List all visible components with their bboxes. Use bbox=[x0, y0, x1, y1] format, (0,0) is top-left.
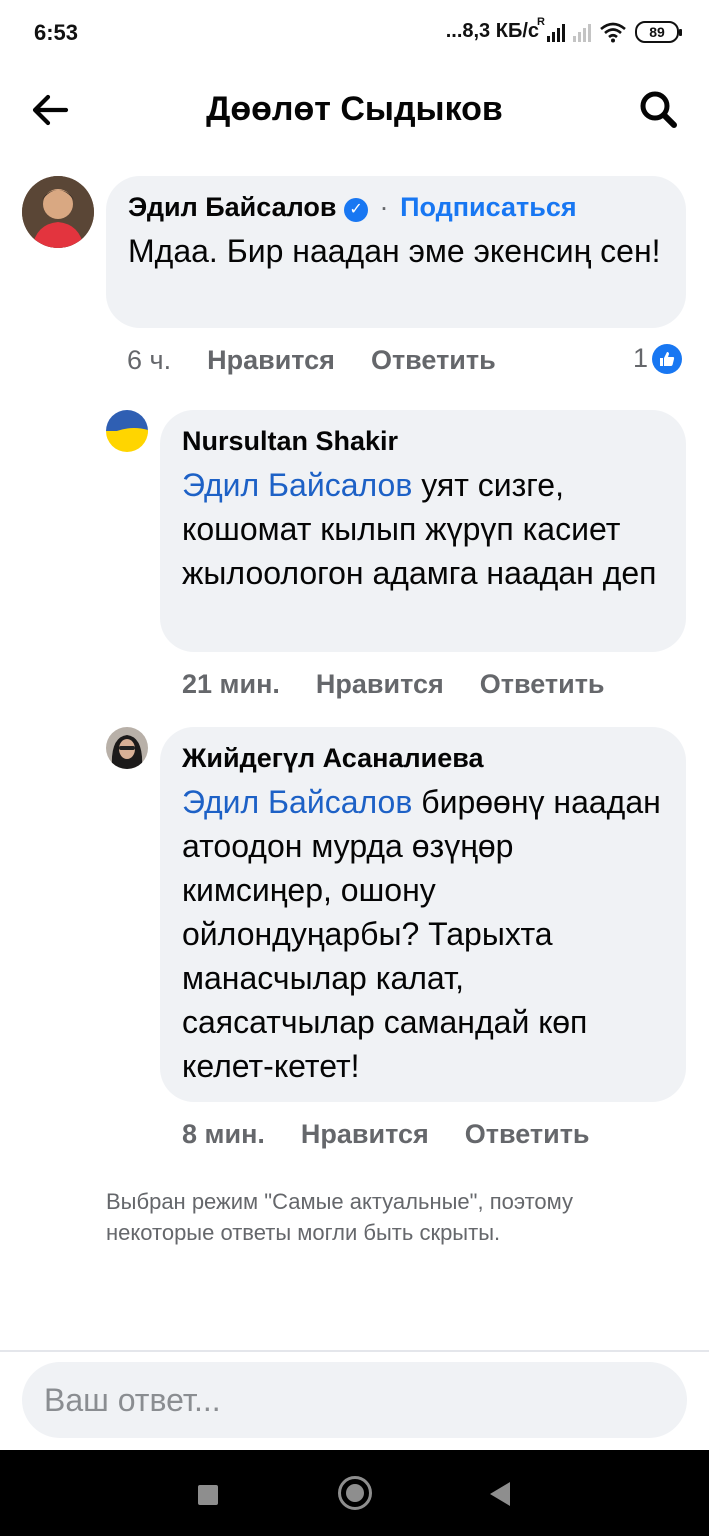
comment-bubble[interactable]: Эдил Байсалов ✓ · Подписаться Мдаа. Бир … bbox=[106, 176, 686, 328]
comment-text: Эдил Байсалов уят сизге, кошомат кылып ж… bbox=[182, 463, 664, 595]
like-button[interactable]: Нравится bbox=[316, 669, 444, 700]
comment-time: 8 мин. bbox=[182, 1119, 265, 1149]
avatar-flag-image bbox=[106, 410, 148, 452]
comment-bubble[interactable]: Nursultan Shakir Эдил Байсалов уят сизге… bbox=[160, 410, 686, 652]
comment-time: 21 мин. bbox=[182, 669, 280, 699]
follow-button[interactable]: Подписаться bbox=[400, 192, 577, 222]
mention-link[interactable]: Эдил Байсалов bbox=[182, 467, 412, 503]
like-button[interactable]: Нравится bbox=[207, 345, 335, 376]
header: Дөөлөт Сыдыков bbox=[0, 64, 709, 156]
comment-author[interactable]: Жийдегүл Асаналиева bbox=[182, 743, 664, 774]
comment-time: 6 ч. bbox=[127, 345, 172, 375]
search-icon[interactable] bbox=[635, 86, 683, 134]
battery-icon: 89 bbox=[635, 20, 682, 43]
back-icon[interactable] bbox=[490, 1482, 510, 1506]
thumbs-up-icon bbox=[652, 343, 683, 374]
avatar-photo bbox=[106, 727, 148, 769]
roaming-indicator: R bbox=[537, 15, 545, 28]
reaction-count[interactable]: 1 bbox=[633, 343, 683, 374]
like-button[interactable]: Нравится bbox=[301, 1119, 429, 1150]
avatar[interactable] bbox=[22, 176, 94, 248]
reply-input[interactable]: Ваш ответ... bbox=[22, 1362, 687, 1438]
comment-text: Эдил Байсалов бирөөнү наадан атоодон мур… bbox=[182, 780, 664, 1088]
comment-text: Мдаа. Бир наадан эме экенсиң сен! bbox=[128, 233, 661, 269]
comment-body: бирөөнү наадан атоодон мурда өзүңөр кимс… bbox=[182, 784, 661, 1084]
sort-notice: Выбран режим "Самые актуальные", поэтому… bbox=[106, 1189, 574, 1245]
status-time: 6:53 bbox=[34, 20, 79, 45]
home-icon[interactable] bbox=[338, 1476, 372, 1510]
battery-level: 89 bbox=[649, 23, 665, 40]
signal-weak-icon bbox=[573, 22, 591, 42]
comment-bubble[interactable]: Жийдегүл Асаналиева Эдил Байсалов бирөөн… bbox=[160, 727, 686, 1102]
mention-link[interactable]: Эдил Байсалов bbox=[182, 784, 412, 820]
comment-actions: 8 мин. Нравится Ответить bbox=[182, 1119, 590, 1150]
signal-icon: R bbox=[537, 16, 565, 42]
network-speed: ...8,3 КБ/с bbox=[445, 20, 539, 42]
avatar[interactable] bbox=[106, 727, 148, 769]
separator-dot: · bbox=[379, 192, 389, 222]
comment-author-line: Эдил Байсалов ✓ · Подписаться bbox=[128, 192, 664, 223]
reply-button[interactable]: Ответить bbox=[371, 345, 496, 376]
status-indicators: ...8,3 КБ/с R 89 bbox=[445, 16, 682, 43]
comment-author[interactable]: Эдил Байсалов bbox=[128, 192, 337, 222]
system-nav-bar bbox=[0, 1450, 709, 1536]
divider bbox=[0, 1350, 709, 1352]
comment-actions: 6 ч. Нравится Ответить bbox=[127, 345, 496, 376]
status-bar: 6:53 ...8,3 КБ/с R 89 bbox=[0, 0, 709, 64]
wifi-icon bbox=[600, 22, 626, 42]
page-title: Дөөлөт Сыдыков bbox=[206, 90, 503, 128]
reply-button[interactable]: Ответить bbox=[480, 669, 605, 700]
reply-button[interactable]: Ответить bbox=[465, 1119, 590, 1150]
avatar-photo bbox=[22, 176, 94, 248]
like-count-value: 1 bbox=[633, 343, 649, 373]
verified-badge-icon: ✓ bbox=[344, 198, 369, 222]
comment-actions: 21 мин. Нравится Ответить bbox=[182, 669, 605, 700]
recent-apps-icon[interactable] bbox=[198, 1485, 218, 1505]
comment-author[interactable]: Nursultan Shakir bbox=[182, 426, 664, 457]
avatar[interactable] bbox=[106, 410, 148, 452]
